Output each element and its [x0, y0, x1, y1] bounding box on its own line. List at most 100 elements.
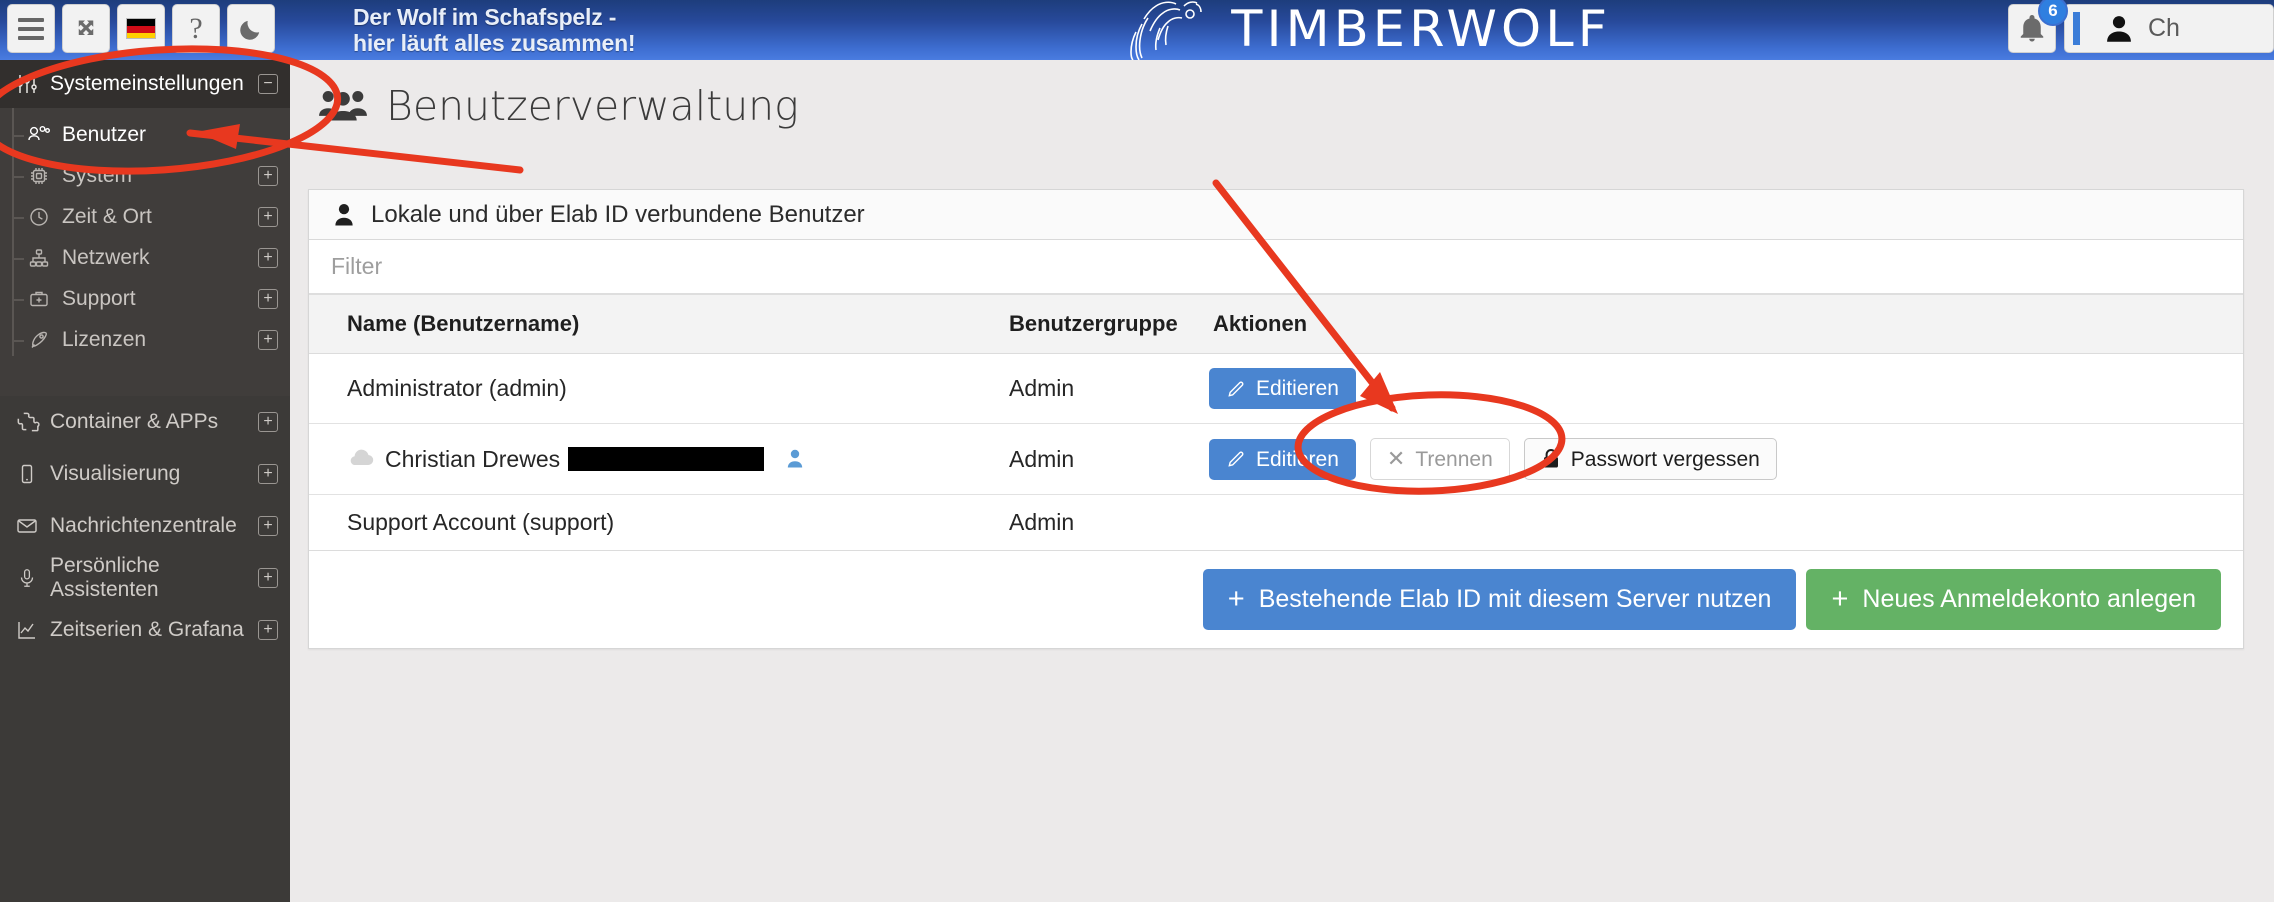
users-card: Lokale und über Elab ID verbundene Benut…	[308, 189, 2244, 649]
card-title: Lokale und über Elab ID verbundene Benut…	[371, 200, 865, 228]
edit-button-label: Editieren	[1256, 447, 1339, 471]
x-icon: ✕	[1386, 446, 1406, 471]
filter-row	[309, 240, 2243, 295]
create-account-label: Neues Anmeldekonto anlegen	[1862, 585, 2196, 613]
card-header: Lokale und über Elab ID verbundene Benut…	[309, 190, 2243, 240]
expand-toggle[interactable]: +	[258, 568, 278, 588]
question-mark-icon: ?	[189, 11, 203, 45]
edit-button[interactable]: Editieren	[1209, 368, 1356, 409]
cell-group: Admin	[1009, 423, 1209, 495]
forgot-password-button[interactable]: Passwort vergessen	[1523, 438, 1777, 480]
expand-toggle[interactable]: +	[258, 464, 278, 484]
cell-actions	[1209, 494, 2243, 551]
clock-icon	[24, 205, 54, 229]
header-left-buttons: ?	[0, 0, 275, 53]
arrows-expand-icon	[78, 20, 94, 35]
user-name-wrap: Christian Drewes	[347, 446, 1009, 473]
notifications-button[interactable]: 6	[2008, 0, 2068, 53]
header-motto: Der Wolf im Schafspelz - hier läuft alle…	[353, 0, 636, 56]
expand-toggle[interactable]: +	[258, 247, 278, 268]
motto-line-1: Der Wolf im Schafspelz -	[353, 4, 617, 30]
app-root: ? Der Wolf im Schafspelz - hier läuft al…	[0, 0, 2274, 902]
sidebar-item-support[interactable]: Support +	[0, 278, 290, 319]
disconnect-button[interactable]: ✕ Trennen	[1369, 438, 1510, 480]
header-right-area: 6 Ch	[2008, 0, 2274, 53]
column-header-actions: Aktionen	[1209, 295, 2243, 354]
cell-actions: Editieren	[1209, 353, 2243, 424]
sidebar-item-lizenzen[interactable]: Lizenzen +	[0, 319, 290, 360]
expand-toggle[interactable]: +	[258, 329, 278, 350]
sidebar-item-zeit-ort[interactable]: Zeit & Ort +	[0, 196, 290, 237]
tree-tick	[12, 257, 24, 260]
user-name-label: Ch	[2148, 14, 2180, 42]
row-actions: Editieren	[1209, 368, 2243, 409]
sidebar-section-label: Systemeinstellungen	[50, 72, 244, 95]
sidebar-item-container-apps[interactable]: Container & APPs +	[0, 396, 290, 448]
page-title-text: Benutzerverwaltung	[386, 82, 799, 130]
table-row: Administrator (admin) Admin Editieren	[309, 353, 2243, 424]
avatar-icon	[2107, 15, 2131, 42]
create-account-button[interactable]: + Neues Anmeldekonto anlegen	[1806, 569, 2221, 630]
dark-mode-button[interactable]	[227, 4, 275, 53]
person-badge-icon	[787, 449, 803, 468]
help-button[interactable]: ?	[172, 4, 220, 53]
table-row: Support Account (support) Admin	[309, 494, 2243, 551]
cell-group: Admin	[1009, 353, 1209, 424]
sidebar-item-label: Container & APPs	[50, 410, 219, 433]
expand-toggle[interactable]: +	[258, 288, 278, 309]
sidebar-item-label: Support	[62, 286, 136, 310]
edit-button[interactable]: Editieren	[1209, 438, 1356, 480]
rocket-icon	[24, 328, 54, 352]
edit-button-label: Editieren	[1256, 377, 1339, 400]
sidebar-item-system[interactable]: System +	[0, 155, 290, 196]
expand-toggle[interactable]: +	[258, 620, 278, 640]
forgot-password-button-label: Passwort vergessen	[1570, 447, 1760, 471]
expand-toggle[interactable]: +	[258, 165, 278, 186]
sidebar-item-visualisierung[interactable]: Visualisierung +	[0, 448, 290, 500]
expand-toggle[interactable]: +	[258, 206, 278, 227]
expand-toggle[interactable]: +	[258, 412, 278, 432]
pencil-icon	[1228, 381, 1244, 397]
users-icon	[24, 123, 54, 147]
fullscreen-button[interactable]	[62, 4, 110, 53]
page-title: Benutzerverwaltung	[290, 60, 2274, 130]
hamburger-icon	[18, 17, 44, 40]
table-body: Administrator (admin) Admin Editieren Ch…	[309, 353, 2243, 551]
tree-tick	[12, 216, 24, 219]
cell-actions: Editieren ✕ Trennen Passwort vergessen	[1209, 423, 2243, 495]
microphone-icon	[12, 566, 42, 590]
sidebar-item-nachrichtenzentrale[interactable]: Nachrichtenzentrale +	[0, 500, 290, 552]
sidebar-item-benutzer[interactable]: Benutzer	[0, 114, 290, 155]
user-menu-button[interactable]: Ch	[2064, 4, 2274, 53]
top-header-bar: ? Der Wolf im Schafspelz - hier läuft al…	[0, 0, 2274, 60]
user-name-wrap: Support Account (support)	[347, 509, 1009, 536]
language-button[interactable]	[117, 4, 165, 53]
menu-button[interactable]	[7, 4, 55, 53]
filter-input[interactable]	[331, 253, 2221, 280]
sidebar-subitems: Benutzer System + Zeit & Ort + Netzwerk …	[0, 108, 290, 370]
collapse-toggle[interactable]: −	[258, 74, 278, 94]
plus-icon: +	[1831, 583, 1849, 615]
tree-tick	[12, 175, 24, 178]
pencil-icon	[1228, 451, 1244, 467]
medkit-icon	[24, 287, 54, 311]
tree-tick	[12, 298, 24, 301]
redacted-email	[568, 447, 765, 471]
table-header-row: Name (Benutzername) Benutzergruppe Aktio…	[309, 295, 2243, 354]
use-existing-elab-id-label: Bestehende Elab ID mit diesem Server nut…	[1258, 585, 1772, 613]
mobile-icon	[12, 462, 42, 486]
card-footer: + Bestehende Elab ID mit diesem Server n…	[309, 551, 2243, 648]
use-existing-elab-id-button[interactable]: + Bestehende Elab ID mit diesem Server n…	[1202, 569, 1797, 630]
sidebar-item-netzwerk[interactable]: Netzwerk +	[0, 237, 290, 278]
sidebar-item-label: Visualisierung	[50, 462, 181, 485]
left-sidebar: Systemeinstellungen − Benutzer System + …	[0, 60, 290, 902]
user-name-text: Administrator (admin)	[347, 375, 567, 401]
sidebar-item-zeitserien-grafana[interactable]: Zeitserien & Grafana +	[0, 604, 290, 656]
tree-tick	[12, 339, 24, 342]
expand-toggle[interactable]: +	[258, 516, 278, 536]
sidebar-item-persoenliche-assistenten[interactable]: Persönliche Assistenten +	[0, 552, 290, 604]
moon-icon	[240, 20, 260, 40]
network-icon	[24, 246, 54, 270]
sidebar-item-label: System	[62, 163, 133, 187]
sidebar-section-systemeinstellungen[interactable]: Systemeinstellungen −	[0, 60, 290, 108]
